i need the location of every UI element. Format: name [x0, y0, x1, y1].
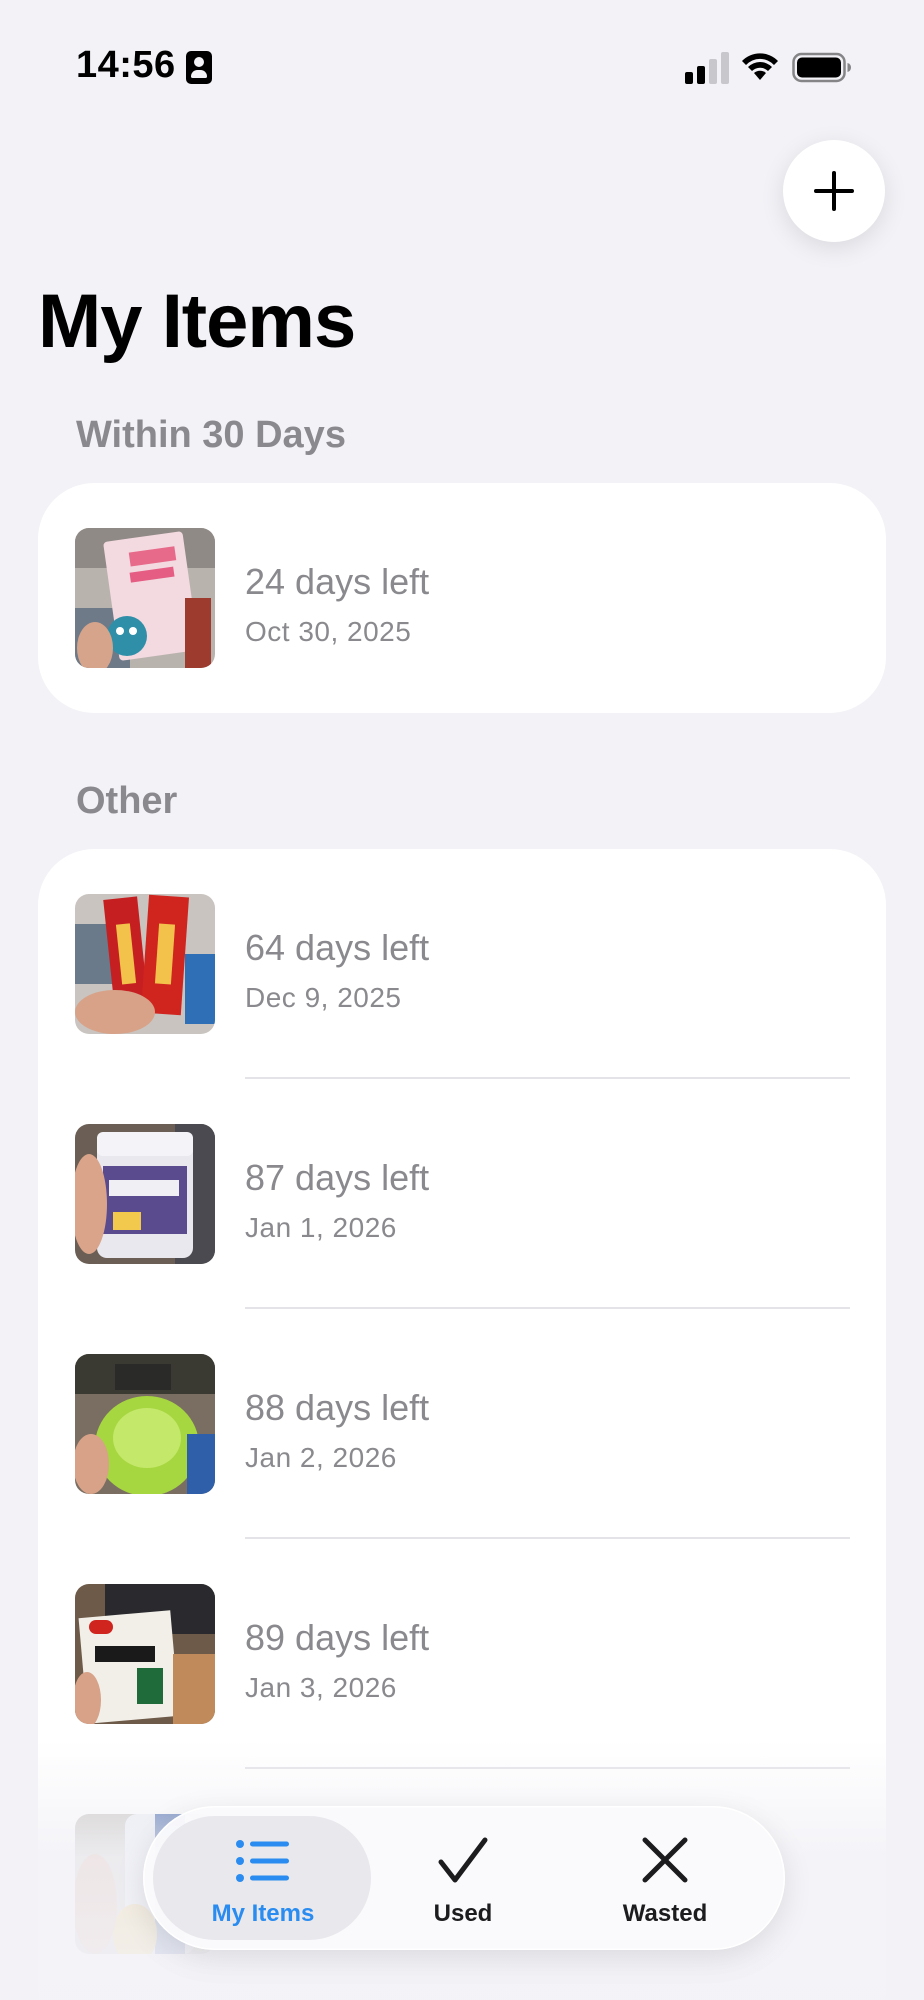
- tab-label: Used: [433, 1900, 493, 1927]
- list-icon: [236, 1840, 289, 1882]
- tab-wasted[interactable]: Wasted: [565, 1806, 765, 1950]
- tab-bar: My Items Used Wasted: [143, 1806, 785, 1950]
- wifi-icon: [742, 53, 778, 80]
- item-row[interactable]: 88 days left Jan 2, 2026: [38, 1309, 886, 1539]
- checkmark-icon: [438, 1837, 488, 1883]
- days-left: 88 days left: [245, 1387, 430, 1428]
- cellular-signal-icon: [685, 52, 729, 84]
- item-photo: [75, 1124, 215, 1264]
- xmark-icon: [642, 1837, 688, 1883]
- battery-icon: [792, 52, 851, 83]
- tab-my-items[interactable]: My Items: [163, 1806, 363, 1950]
- item-row[interactable]: 89 days left Jan 3, 2026: [38, 1539, 886, 1769]
- status-bar: 14:56: [0, 0, 924, 130]
- days-left: 24 days left: [245, 561, 430, 602]
- tab-used[interactable]: Used: [363, 1806, 563, 1950]
- page-title: My Items: [38, 279, 356, 364]
- days-left: 87 days left: [245, 1157, 430, 1198]
- item-photo: [75, 894, 215, 1034]
- add-item-button[interactable]: [783, 140, 885, 242]
- expiry-date: Jan 3, 2026: [245, 1672, 397, 1703]
- item-photo: [75, 528, 215, 668]
- section-header-other: Other: [76, 780, 178, 822]
- days-left: 64 days left: [245, 927, 430, 968]
- contact-card-icon: [186, 51, 212, 84]
- within-30-days-card: 24 days left Oct 30, 2025: [38, 483, 886, 713]
- status-time: 14:56: [76, 44, 176, 86]
- expiry-date: Oct 30, 2025: [245, 616, 412, 647]
- my-items-screen: 14:56 My Items Within 30 Days 24 days le…: [0, 0, 924, 2000]
- item-photo: [75, 1584, 215, 1724]
- item-row[interactable]: 87 days left Jan 1, 2026: [38, 1079, 886, 1309]
- item-row[interactable]: 24 days left Oct 30, 2025: [38, 483, 886, 713]
- expiry-date: Jan 1, 2026: [245, 1212, 397, 1243]
- expiry-date: Jan 2, 2026: [245, 1442, 397, 1473]
- item-photo: [75, 1354, 215, 1494]
- item-row[interactable]: 64 days left Dec 9, 2025: [38, 849, 886, 1079]
- days-left: 89 days left: [245, 1617, 430, 1658]
- tab-label: Wasted: [622, 1900, 708, 1927]
- tab-label: My Items: [211, 1900, 315, 1927]
- section-header-within-30-days: Within 30 Days: [76, 414, 346, 456]
- expiry-date: Dec 9, 2025: [245, 982, 402, 1013]
- plus-icon: [814, 171, 854, 211]
